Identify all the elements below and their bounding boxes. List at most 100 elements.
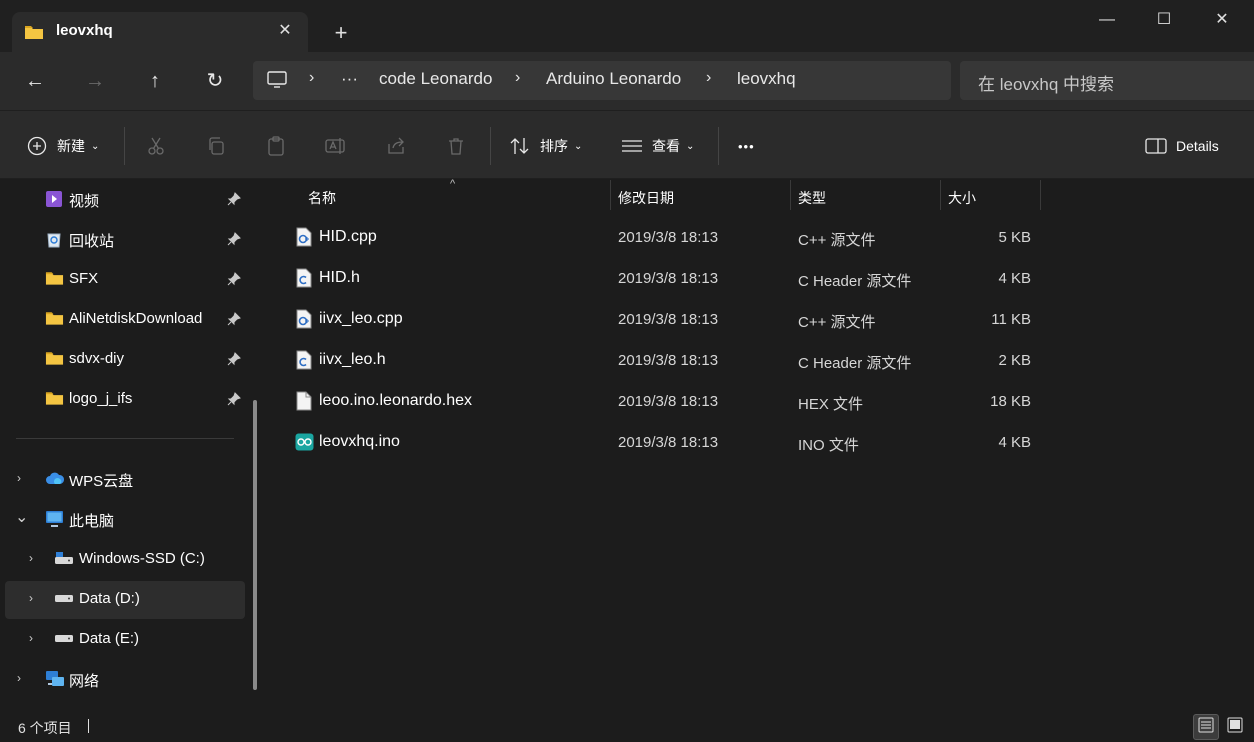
forward-button[interactable]: → bbox=[78, 64, 112, 98]
file-modified: 2019/3/8 18:13 bbox=[618, 270, 719, 287]
tab-leovxhq[interactable]: leovxhq ✕ bbox=[12, 12, 308, 52]
details-view-button[interactable] bbox=[1193, 714, 1219, 740]
search-input[interactable]: 在 leovxhq 中搜索 bbox=[960, 61, 1254, 100]
copy-button[interactable] bbox=[205, 133, 227, 159]
file-size: 4 KB bbox=[998, 270, 1031, 287]
sidebar-item-network[interactable]: › 网络 bbox=[5, 661, 245, 697]
clipboard-icon bbox=[265, 135, 287, 157]
sidebar-item-label: logo_j_ifs bbox=[69, 390, 133, 407]
sidebar-item-label: AliNetdiskDownload bbox=[69, 310, 203, 327]
table-row[interactable]: iivx_leo.h 2019/3/8 18:13 C Header 源文件 2… bbox=[290, 342, 1050, 378]
sidebar-item-wps-cloud[interactable]: › WPS云盘 bbox=[5, 461, 245, 497]
network-icon bbox=[45, 670, 65, 693]
view-button[interactable]: 查看 ⌄ bbox=[621, 133, 694, 159]
table-row[interactable]: HID.h 2019/3/8 18:13 C Header 源文件 4 KB bbox=[290, 260, 1050, 296]
details-pane-icon bbox=[1145, 135, 1167, 157]
details-button[interactable]: Details bbox=[1145, 133, 1219, 159]
cloud-icon bbox=[45, 470, 65, 491]
table-row[interactable]: HID.cpp 2019/3/8 18:13 C++ 源文件 5 KB bbox=[290, 219, 1050, 255]
sidebar-item-sfx[interactable]: SFX bbox=[5, 261, 245, 297]
chevron-right-icon[interactable]: › bbox=[29, 591, 33, 605]
cut-button[interactable] bbox=[145, 133, 167, 159]
computer-icon bbox=[45, 510, 64, 533]
back-button[interactable]: ← bbox=[18, 64, 52, 98]
sidebar-item-label: Windows-SSD (C:) bbox=[79, 550, 205, 567]
address-bar[interactable]: › ··· code Leonardo › Arduino Leonardo ›… bbox=[253, 61, 951, 100]
chevron-down-icon: ⌄ bbox=[574, 140, 583, 152]
sidebar-scrollbar[interactable] bbox=[253, 400, 257, 690]
sidebar-item-label: 视频 bbox=[69, 193, 100, 210]
up-button[interactable]: ↑ bbox=[138, 64, 172, 98]
chevron-right-icon[interactable]: › bbox=[17, 671, 21, 685]
more-options-button[interactable]: ••• bbox=[738, 133, 755, 159]
sidebar-item-drive-c[interactable]: › Windows-SSD (C:) bbox=[5, 541, 245, 577]
paste-button[interactable] bbox=[265, 133, 287, 159]
breadcrumb-code-leonardo[interactable]: code Leonardo bbox=[379, 69, 492, 89]
sidebar-item-drive-e[interactable]: › Data (E:) bbox=[5, 621, 245, 657]
sidebar-item-videos[interactable]: 视频 bbox=[5, 181, 245, 217]
file-list: 名称 ^ 修改日期 类型 大小 HID.cpp 2019/3/8 18:13 C… bbox=[270, 178, 1254, 710]
sidebar-item-recycle-bin[interactable]: 回收站 bbox=[5, 221, 245, 257]
close-tab-icon[interactable]: ✕ bbox=[274, 20, 296, 42]
trash-icon bbox=[445, 135, 467, 157]
chevron-right-icon[interactable]: › bbox=[29, 631, 33, 645]
rename-button[interactable] bbox=[325, 133, 347, 159]
tab-title: leovxhq bbox=[56, 22, 113, 39]
toolbar-divider bbox=[718, 127, 719, 165]
sidebar-item-logo-j-ifs[interactable]: logo_j_ifs bbox=[5, 381, 245, 417]
new-tab-button[interactable]: + bbox=[326, 18, 356, 48]
refresh-button[interactable]: ↻ bbox=[198, 64, 232, 98]
maximize-button[interactable]: ☐ bbox=[1135, 0, 1193, 40]
column-header-size[interactable]: 大小 bbox=[941, 180, 1041, 210]
sidebar-item-label: sdvx-diy bbox=[69, 350, 125, 367]
breadcrumb-leovxhq[interactable]: leovxhq bbox=[737, 69, 796, 89]
title-bar: leovxhq ✕ + — ☐ ✕ bbox=[0, 0, 1254, 52]
chevron-right-icon[interactable]: › bbox=[17, 471, 21, 485]
sort-button[interactable]: 排序 ⌄ bbox=[509, 133, 582, 159]
column-divider[interactable] bbox=[1040, 180, 1041, 210]
share-button[interactable] bbox=[385, 133, 407, 159]
table-row[interactable]: leoo.ino.leonardo.hex 2019/3/8 18:13 HEX… bbox=[290, 383, 1050, 419]
file-name: iivx_leo.cpp bbox=[319, 310, 403, 327]
sidebar-item-drive-d[interactable]: › Data (D:) bbox=[5, 581, 245, 619]
scissors-icon bbox=[145, 135, 167, 157]
table-row[interactable]: iivx_leo.cpp 2019/3/8 18:13 C++ 源文件 11 K… bbox=[290, 301, 1050, 337]
sidebar-item-label: SFX bbox=[69, 270, 99, 287]
sidebar-item-label: 此电脑 bbox=[69, 513, 115, 530]
sidebar-item-alinetdiskdownload[interactable]: AliNetdiskDownload bbox=[5, 301, 245, 337]
sidebar-item-label: Data (E:) bbox=[79, 630, 140, 647]
sort-label: 排序 bbox=[540, 138, 568, 154]
drive-icon bbox=[54, 550, 74, 571]
thumbnail-view-icon bbox=[1227, 717, 1243, 738]
delete-button[interactable] bbox=[445, 133, 467, 159]
breadcrumb-separator: › bbox=[515, 69, 521, 86]
thumbnail-view-button[interactable] bbox=[1222, 714, 1248, 740]
column-type-label: 类型 bbox=[798, 190, 826, 206]
file-type: INO 文件 bbox=[798, 437, 859, 454]
breadcrumb-overflow[interactable]: ··· bbox=[341, 69, 358, 89]
breadcrumb-arduino-leonardo[interactable]: Arduino Leonardo bbox=[546, 69, 681, 89]
arduino-file-icon bbox=[295, 433, 314, 456]
column-header-type[interactable]: 类型 bbox=[791, 180, 941, 210]
table-row[interactable]: leovxhq.ino 2019/3/8 18:13 INO 文件 4 KB bbox=[290, 424, 1050, 460]
file-size: 2 KB bbox=[998, 352, 1031, 369]
folder-icon bbox=[45, 390, 64, 411]
column-header-name[interactable]: 名称 ^ bbox=[300, 178, 610, 210]
file-type: C Header 源文件 bbox=[798, 273, 912, 290]
new-button[interactable]: 新建 ⌄ bbox=[26, 133, 99, 159]
copy-icon bbox=[205, 135, 227, 157]
cpp-file-icon bbox=[296, 309, 312, 334]
minimize-button[interactable]: — bbox=[1078, 0, 1136, 40]
pin-icon bbox=[227, 232, 241, 251]
file-name: leovxhq.ino bbox=[319, 433, 400, 450]
sidebar-item-sdvx-diy[interactable]: sdvx-diy bbox=[5, 341, 245, 377]
file-modified: 2019/3/8 18:13 bbox=[618, 229, 719, 246]
breadcrumb-separator: › bbox=[309, 69, 315, 86]
file-size: 18 KB bbox=[990, 393, 1031, 410]
chevron-down-icon[interactable]: ⌄ bbox=[15, 507, 28, 527]
sidebar-item-this-pc[interactable]: ⌄ 此电脑 bbox=[5, 501, 245, 537]
close-window-button[interactable]: ✕ bbox=[1193, 0, 1251, 40]
column-header-modified[interactable]: 修改日期 bbox=[611, 180, 791, 210]
share-icon bbox=[385, 135, 407, 157]
chevron-right-icon[interactable]: › bbox=[29, 551, 33, 565]
